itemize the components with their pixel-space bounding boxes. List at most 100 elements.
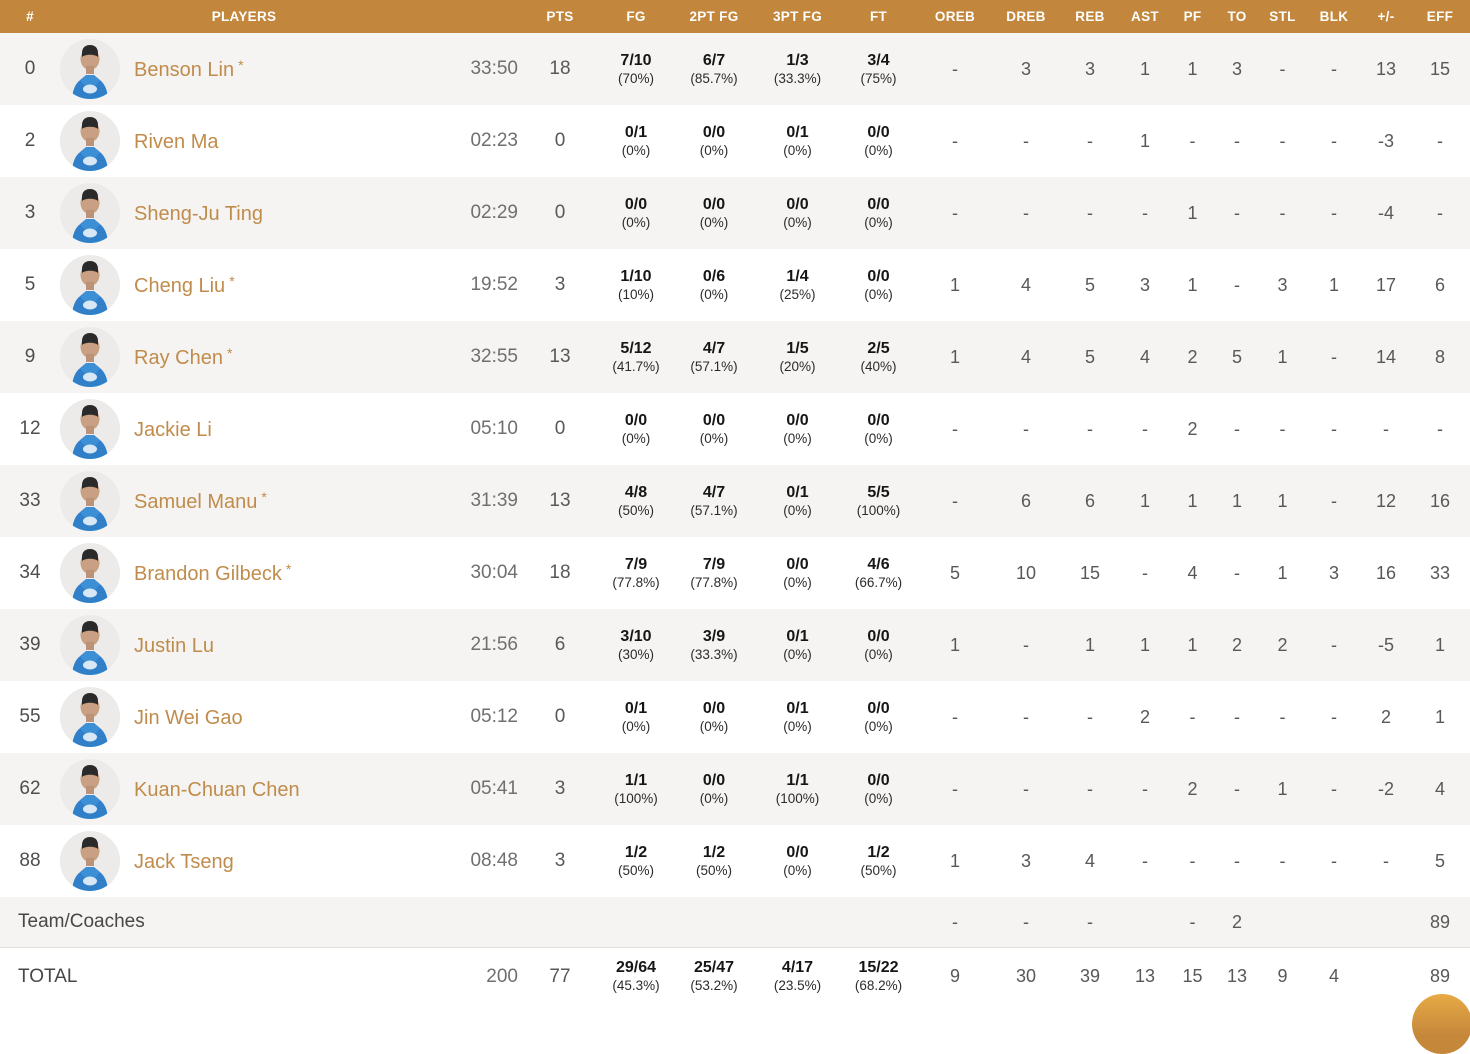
- ft-cell: 0/0 (0%): [839, 196, 918, 231]
- plus-minus-value: -: [1383, 418, 1389, 439]
- col-header-reb: REB: [1075, 9, 1105, 24]
- fg-percentage: (0%): [621, 214, 651, 230]
- player-avatar[interactable]: [60, 543, 120, 603]
- fg3-percentage: (100%): [775, 790, 820, 806]
- table-row[interactable]: 34 Brandon Gilbeck * 30:04 18 7/9 (77.8%) 7/9 (7…: [0, 537, 1470, 609]
- fg2-cell: 0/0 (0%): [672, 412, 756, 447]
- fg-made-attempted: 1/2: [624, 843, 648, 861]
- table-row[interactable]: 12 Jackie Li 05:10 0 0/0 (0%) 0/0 (0%) 0/0 (0%) 0/…: [0, 393, 1470, 465]
- ft-percentage: (0%): [864, 142, 893, 158]
- player-name-link[interactable]: Sheng-Ju Ting: [134, 201, 267, 226]
- table-row[interactable]: 5 Cheng Liu * 19:52 3 1/10 (10%) 0/6 (0%) 1/4 (25%…: [0, 249, 1470, 321]
- fg2-cell: 4/7 (57.1%): [672, 484, 756, 519]
- eff-value: 5: [1434, 850, 1445, 871]
- player-avatar[interactable]: [60, 399, 120, 459]
- player-photo: [60, 183, 120, 243]
- dreb-value: -: [1023, 634, 1029, 655]
- player-name: Samuel Manu: [134, 490, 258, 513]
- player-name-link[interactable]: Jack Tseng: [134, 849, 238, 874]
- player-cell: Riven Ma: [60, 111, 428, 171]
- eff-value: 16: [1429, 490, 1451, 511]
- player-name: Riven Ma: [134, 130, 219, 153]
- stl-value: -: [1279, 202, 1286, 223]
- ft-made-attempted: 3/4: [867, 51, 890, 69]
- player-name-link[interactable]: Brandon Gilbeck *: [134, 561, 291, 586]
- fg-percentage: (77.8%): [612, 574, 660, 590]
- table-row[interactable]: 33 Samuel Manu * 31:39 13 4/8 (50%) 4/7 (57.1%) 0…: [0, 465, 1470, 537]
- fg-cell: 0/1 (0%): [600, 124, 672, 159]
- player-name-link[interactable]: Justin Lu: [134, 633, 218, 658]
- player-name-link[interactable]: Jin Wei Gao: [134, 705, 247, 730]
- ft-percentage: (0%): [864, 718, 893, 734]
- player-name-link[interactable]: Jackie Li: [134, 417, 216, 442]
- table-row[interactable]: 55 Jin Wei Gao 05:12 0 0/1 (0%) 0/0 (0%) 0/1 (0%)…: [0, 681, 1470, 753]
- fg-made-attempted: 7/10: [620, 51, 652, 69]
- player-avatar[interactable]: [60, 327, 120, 387]
- ast-value: 3: [1139, 274, 1150, 295]
- scroll-top-button[interactable]: [1412, 994, 1470, 1054]
- plus-minus-value: 12: [1375, 490, 1397, 511]
- player-photo: [60, 543, 120, 603]
- starter-asterisk: *: [238, 56, 244, 73]
- minutes-played: 05:41: [470, 778, 518, 799]
- plus-minus-value: 2: [1380, 706, 1391, 727]
- player-name-link[interactable]: Riven Ma: [134, 129, 222, 154]
- dreb-value: -: [1023, 706, 1029, 727]
- player-name-link[interactable]: Samuel Manu *: [134, 489, 267, 514]
- table-row[interactable]: 9 Ray Chen * 32:55 13 5/12 (41.7%) 4/7 (57.1%) 1/…: [0, 321, 1470, 393]
- fg3-made-attempted: 1/3: [786, 51, 809, 69]
- player-cell: Brandon Gilbeck *: [60, 543, 428, 603]
- stl-value: 1: [1277, 490, 1288, 511]
- player-avatar[interactable]: [60, 255, 120, 315]
- col-header-number: #: [26, 9, 34, 24]
- fg-cell: 0/0 (0%): [600, 196, 672, 231]
- table-row[interactable]: 0 Benson Lin * 33:50 18 7/10 (70%) 6/7 (85.7%) 1/…: [0, 33, 1470, 105]
- fg-made-attempted: 3/10: [620, 627, 652, 645]
- player-avatar[interactable]: [60, 831, 120, 891]
- fg-cell: 4/8 (50%): [600, 484, 672, 519]
- player-avatar[interactable]: [60, 687, 120, 747]
- pf-value: -: [1189, 911, 1196, 932]
- fg3-percentage: (0%): [783, 574, 812, 590]
- fg-cell: 7/9 (77.8%): [600, 556, 672, 591]
- player-name-link[interactable]: Cheng Liu *: [134, 273, 235, 298]
- fg-cell: 0/1 (0%): [600, 700, 672, 735]
- player-cell: Ray Chen *: [60, 327, 428, 387]
- oreb-value: -: [952, 911, 958, 932]
- ft-made-attempted: 0/0: [867, 627, 890, 645]
- ft-made-attempted: 4/6: [867, 555, 890, 573]
- fg3-percentage: (0%): [783, 142, 812, 158]
- fg3-made-attempted: 1/1: [786, 771, 809, 789]
- fg2-percentage: (33.3%): [690, 646, 738, 662]
- player-cell: Justin Lu: [60, 615, 428, 675]
- table-row[interactable]: 88 Jack Tseng 08:48 3 1/2 (50%) 1/2 (50%) 0/0 (0%…: [0, 825, 1470, 897]
- to-value: -: [1234, 850, 1240, 871]
- player-cell: Cheng Liu *: [60, 255, 428, 315]
- player-avatar[interactable]: [60, 615, 120, 675]
- player-avatar[interactable]: [60, 471, 120, 531]
- table-header: # PLAYERS PTS FG 2PT FG 3PT FG FT OREB D…: [0, 0, 1470, 33]
- fg3-percentage: (20%): [779, 358, 816, 374]
- points: 0: [554, 130, 566, 151]
- player-avatar[interactable]: [60, 759, 120, 819]
- blk-value: -: [1331, 418, 1337, 439]
- player-name-link[interactable]: Benson Lin *: [134, 57, 244, 82]
- player-name: Benson Lin: [134, 58, 235, 81]
- stl-value: -: [1279, 58, 1286, 79]
- table-row[interactable]: 62 Kuan-Chuan Chen 05:41 3 1/1 (100%) 0/0 (0%) 1…: [0, 753, 1470, 825]
- blk-value: -: [1331, 346, 1337, 367]
- fg3-made-attempted: 0/0: [786, 555, 809, 573]
- table-row[interactable]: 2 Riven Ma 02:23 0 0/1 (0%) 0/0 (0%) 0/1 (0%) 0/0(…: [0, 105, 1470, 177]
- player-avatar[interactable]: [60, 39, 120, 99]
- blk-value: -: [1331, 850, 1337, 871]
- dreb-value: 10: [1015, 562, 1037, 583]
- table-row[interactable]: 3 Sheng-Ju Ting 02:29 0 0/0 (0%) 0/0 (0%) 0/0 (0%…: [0, 177, 1470, 249]
- to-value: -: [1234, 706, 1240, 727]
- player-name-link[interactable]: Ray Chen *: [134, 345, 232, 370]
- table-row[interactable]: 39 Justin Lu 21:56 6 3/10 (30%) 3/9 (33.3%) 0/1(…: [0, 609, 1470, 681]
- player-name-link[interactable]: Kuan-Chuan Chen: [134, 777, 304, 802]
- stl-value: -: [1279, 706, 1286, 727]
- player-avatar[interactable]: [60, 183, 120, 243]
- player-avatar[interactable]: [60, 111, 120, 171]
- fg-cell: 3/10 (30%): [600, 628, 672, 663]
